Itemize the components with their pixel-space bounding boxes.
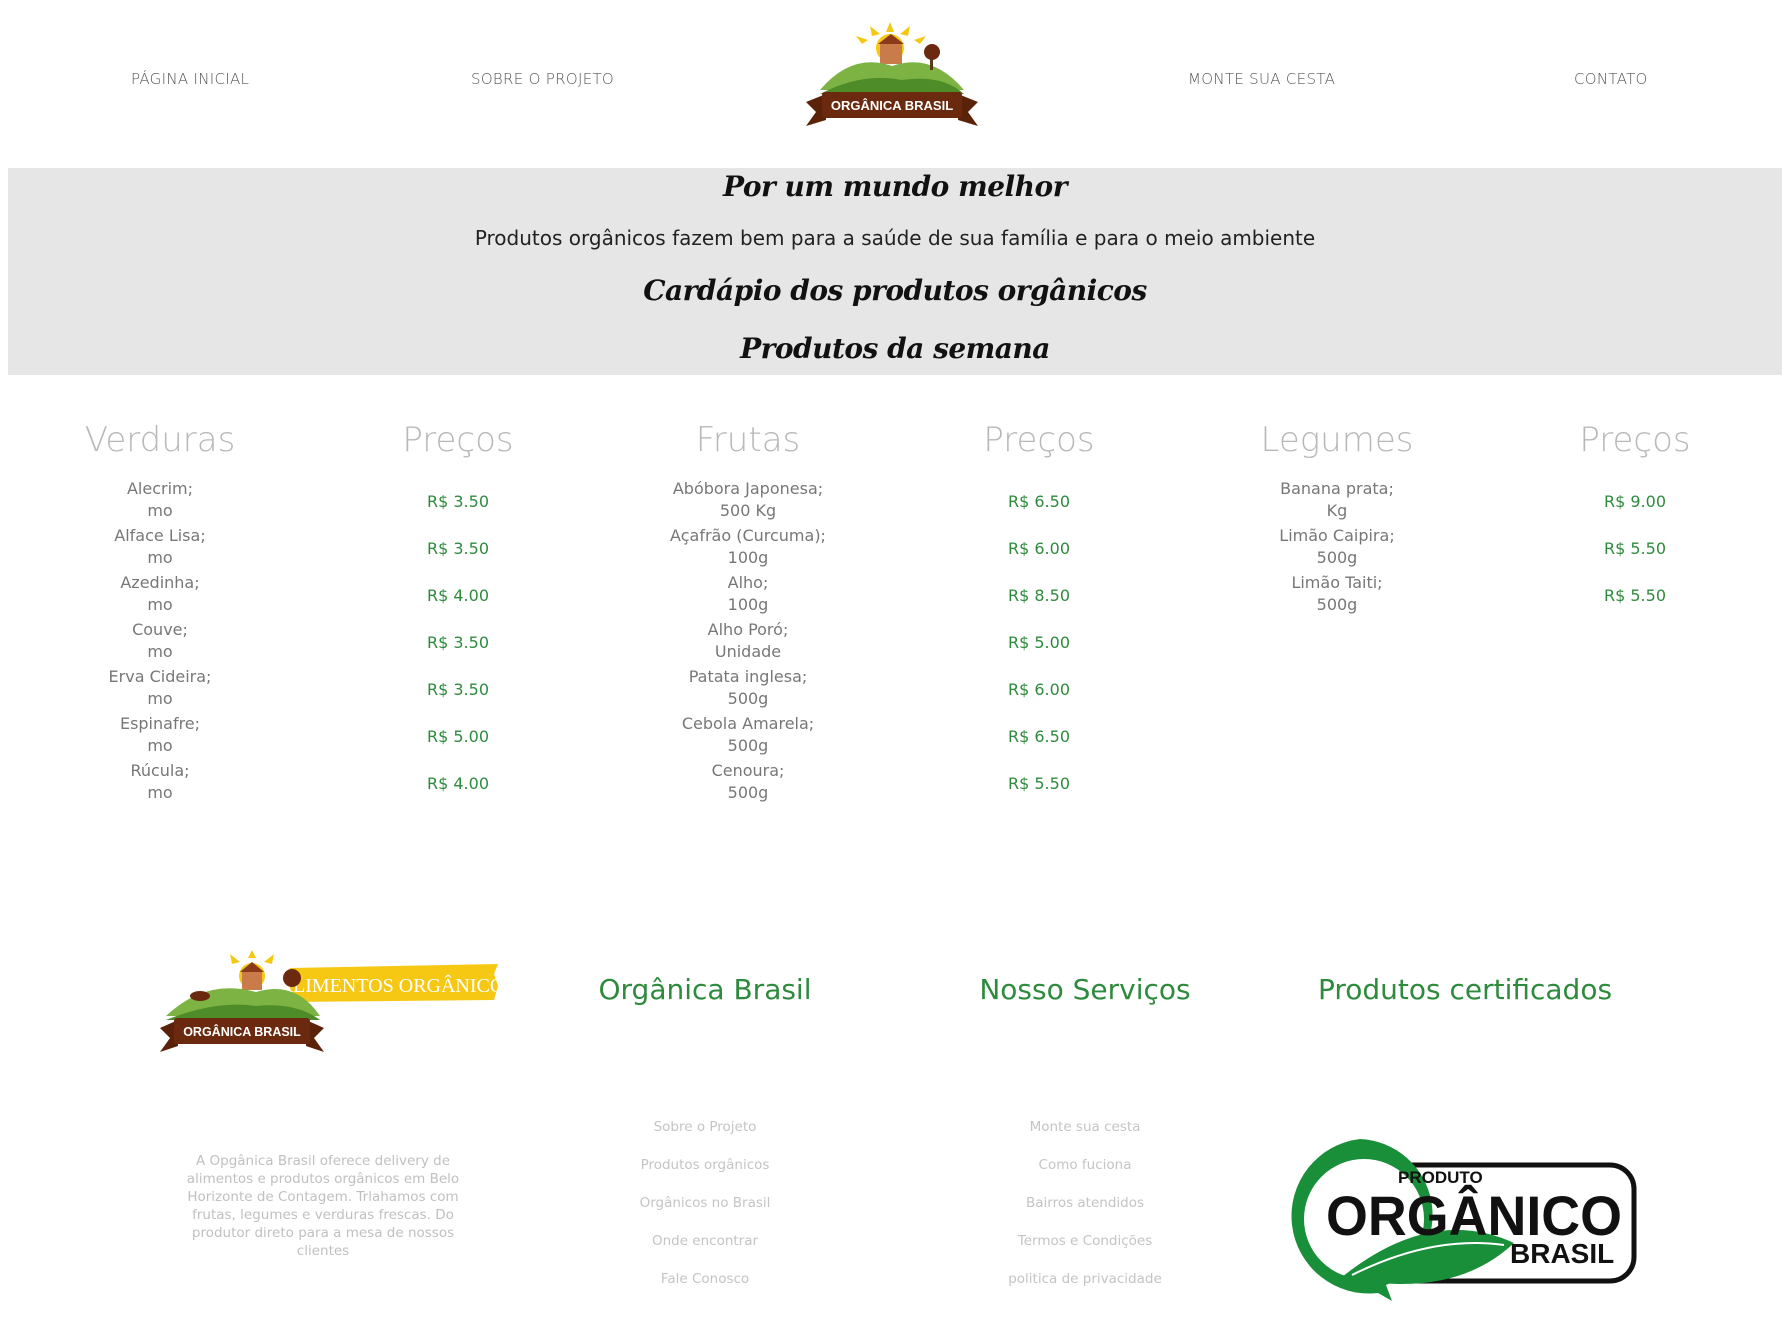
week-products-title: Produtos da semana: [740, 332, 1050, 365]
footer-about-text: A Opgânica Brasil oferece delivery de al…: [186, 1153, 460, 1259]
product-price: R$ 5.50: [1603, 539, 1666, 558]
organico-brasil-seal: PRODUTO ORGÂNICO BRASIL: [1291, 1139, 1637, 1301]
footer-logo-banner: ALIMENTOS ORGÂNICOS: [279, 974, 500, 997]
prices-heading: Preços: [402, 420, 514, 460]
legumes-column: Legumes Banana prata; Kg Limão Caipira; 50…: [1207, 408, 1467, 619]
footer-link[interactable]: Como fuciona: [955, 1146, 1215, 1184]
legumes-prices-column: Preços R$ 9.00 R$ 5.50 R$ 5.50: [1505, 408, 1765, 619]
legumes-heading: Legumes: [1260, 420, 1414, 460]
product-item: Cebola Amarela; 500g: [681, 714, 815, 755]
nav-link-contact[interactable]: CONTATO: [1574, 70, 1648, 88]
verduras-column: Verduras Alecrim; mo Alface Lisa; mo Azedi…: [30, 408, 290, 807]
prices-heading: Preços: [983, 420, 1095, 460]
product-item: Abóbora Japonesa; 500 Kg: [672, 479, 824, 520]
product-price: R$ 5.50: [1007, 774, 1070, 793]
product-price: R$ 3.50: [426, 539, 489, 558]
footer-link[interactable]: Monte sua cesta: [955, 1108, 1215, 1146]
product-price: R$ 5.00: [426, 727, 489, 746]
nav-link-home[interactable]: PÁGINA INICIAL: [131, 70, 249, 88]
product-menu: Verduras Alecrim; mo Alface Lisa; mo Azedi…: [0, 408, 1788, 828]
product-price: R$ 4.00: [426, 586, 489, 605]
product-item: Couve; mo: [132, 620, 188, 661]
footer-logo[interactable]: ALIMENTOS ORGÂNICOS ORGÂNICA BRASIL: [160, 950, 500, 1055]
product-item: Cenoura; 500g: [711, 761, 785, 802]
site-footer: ALIMENTOS ORGÂNICOS ORGÂNICA BRASIL A Op…: [0, 940, 1788, 1325]
product-item: Patata inglesa; 500g: [688, 667, 808, 708]
footer-link[interactable]: Bairros atendidos: [955, 1184, 1215, 1222]
organica-brasil-logo[interactable]: ORGÂNICA BRASIL: [802, 22, 982, 130]
footer-heading-services: Nosso Serviços: [979, 973, 1191, 1006]
footer-heading-organica: Orgânica Brasil: [598, 973, 812, 1006]
footer-links-services: Monte sua cesta Como fuciona Bairros ate…: [955, 1108, 1215, 1298]
verduras-heading: Verduras: [84, 420, 236, 460]
nav-logo-text: ORGÂNICA BRASIL: [831, 98, 953, 113]
nav-link-about-project[interactable]: SOBRE O PROJETO: [471, 70, 614, 88]
product-item: Alface Lisa; mo: [114, 526, 206, 567]
product-item: Limão Taiti; 500g: [1291, 573, 1383, 614]
prices-heading: Preços: [1579, 420, 1691, 460]
product-item: Limão Caipira; 500g: [1279, 526, 1395, 567]
menu-title: Cardápio dos produtos orgânicos: [643, 274, 1147, 307]
product-item: Alho; 100g: [727, 573, 769, 614]
product-price: R$ 6.50: [1007, 492, 1070, 511]
footer-link[interactable]: politica de privacidade: [955, 1260, 1215, 1298]
product-item: Erva Cideira; mo: [108, 667, 212, 708]
hero-banner: Por um mundo melhor Produtos orgânicos f…: [8, 168, 1782, 375]
footer-link[interactable]: Fale Conosco: [575, 1260, 835, 1298]
product-price: R$ 6.00: [1007, 539, 1070, 558]
footer-heading-certified: Produtos certificados: [1317, 973, 1613, 1006]
footer-link[interactable]: Orgânicos no Brasil: [575, 1184, 835, 1222]
product-price: R$ 4.00: [426, 774, 489, 793]
footer-logo-text: ORGÂNICA BRASIL: [183, 1024, 301, 1039]
product-item: Banana prata; Kg: [1280, 479, 1394, 520]
footer-link[interactable]: Onde encontrar: [575, 1222, 835, 1260]
footer-link[interactable]: Termos e Condições: [955, 1222, 1215, 1260]
footer-links-organica: Sobre o Projeto Produtos orgânicos Orgân…: [575, 1108, 835, 1298]
product-item: Alecrim; mo: [126, 479, 194, 520]
top-navigation: PÁGINA INICIAL SOBRE O PROJETO ORGÂNICA …: [0, 0, 1788, 160]
product-item: Azedinha; mo: [120, 573, 200, 614]
product-price: R$ 6.00: [1007, 680, 1070, 699]
frutas-column: Frutas Abóbora Japonesa; 500 Kg Açafrão (…: [618, 408, 878, 807]
product-price: R$ 5.50: [1603, 586, 1666, 605]
seal-bottom-text: BRASIL: [1510, 1238, 1614, 1269]
product-item: Alho Poró; Unidade: [707, 620, 789, 661]
product-price: R$ 8.50: [1007, 586, 1070, 605]
hero-title: Por um mundo melhor: [723, 170, 1067, 203]
product-price: R$ 3.50: [426, 680, 489, 699]
footer-link[interactable]: Produtos orgânicos: [575, 1146, 835, 1184]
frutas-heading: Frutas: [695, 420, 801, 460]
product-price: R$ 6.50: [1007, 727, 1070, 746]
footer-link[interactable]: Sobre o Projeto: [575, 1108, 835, 1146]
hero-subtitle: Produtos orgânicos fazem bem para a saúd…: [474, 226, 1316, 250]
verduras-prices-column: Preços R$ 3.50 R$ 3.50 R$ 4.00 R$ 3.50 R…: [328, 408, 588, 807]
product-item: Açafrão (Curcuma); 100g: [670, 526, 826, 567]
product-price: R$ 9.00: [1603, 492, 1666, 511]
product-price: R$ 3.50: [426, 633, 489, 652]
product-price: R$ 3.50: [426, 492, 489, 511]
product-item: Espinafre; mo: [119, 714, 201, 755]
nav-link-build-basket[interactable]: MONTE SUA CESTA: [1188, 70, 1335, 88]
product-price: R$ 5.00: [1007, 633, 1070, 652]
frutas-prices-column: Preços R$ 6.50 R$ 6.00 R$ 8.50 R$ 5.00 R…: [909, 408, 1169, 807]
product-item: Rúcula; mo: [130, 761, 190, 802]
